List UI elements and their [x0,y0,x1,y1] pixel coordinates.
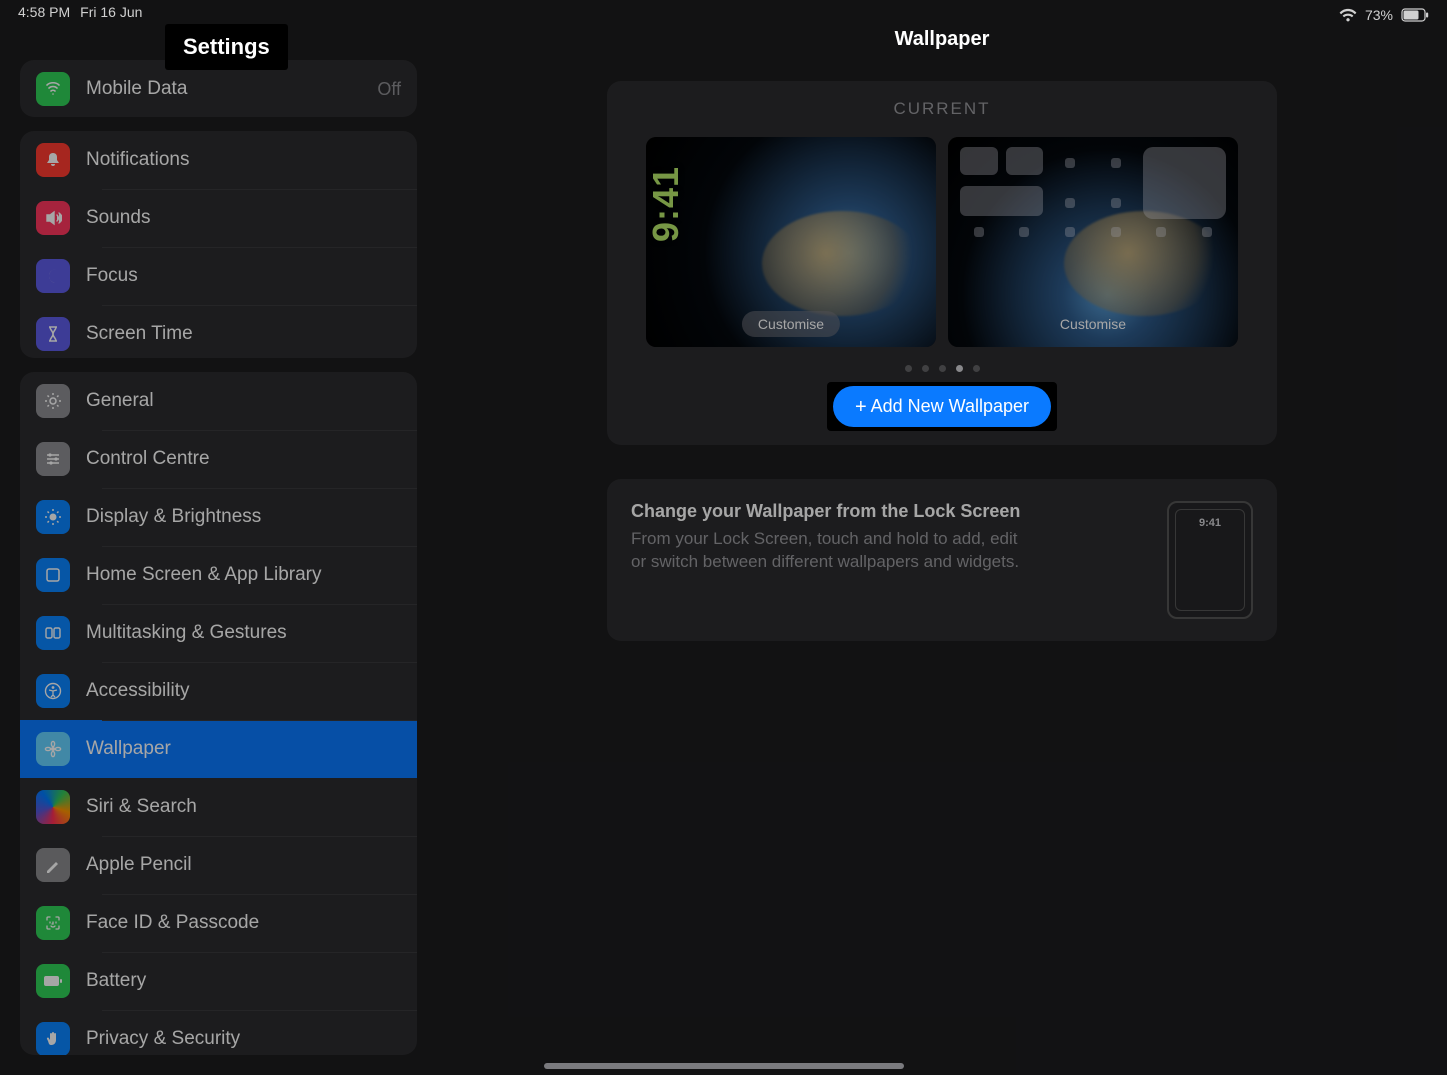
sidebar-item-label: Wallpaper [86,738,171,760]
pencil-icon [36,848,70,882]
grid-icon [36,558,70,592]
sidebar-item-battery[interactable]: Battery [20,952,417,1010]
sidebar-item-label: Screen Time [86,323,193,345]
battery-row-icon [36,964,70,998]
sidebar-item-label: Privacy & Security [86,1028,240,1050]
gear-icon [36,384,70,418]
lock-screen-preview[interactable]: 9:41 Customise [646,137,936,347]
sidebar-item-display-brightness[interactable]: Display & Brightness [20,488,417,546]
sidebar-item-label: Control Centre [86,448,210,470]
page-title: Wallpaper [895,28,990,51]
plus-icon: + [855,397,867,417]
info-heading: Change your Wallpaper from the Lock Scre… [631,501,1031,522]
bell-icon [36,143,70,177]
sidebar-item-label: Face ID & Passcode [86,912,259,934]
sidebar-item-label: Sounds [86,207,150,229]
person-icon [36,674,70,708]
settings-title: Settings [165,24,288,70]
status-bar: 4:58 PM Fri 16 Jun 73% [0,0,1447,26]
detail-pane: Wallpaper CURRENT 9:41 Customise [437,0,1447,1075]
lock-screen-info-card: Change your Wallpaper from the Lock Scre… [607,479,1277,641]
sidebar-item-label: Multitasking & Gestures [86,622,287,644]
flower-icon [36,732,70,766]
dot[interactable] [973,365,980,372]
sidebar-item-focus[interactable]: Focus [20,247,417,305]
widget-grid-icon [960,147,1226,237]
dot[interactable] [905,365,912,372]
wifi-icon [1339,8,1357,22]
moon-icon [36,259,70,293]
status-date: Fri 16 Jun [80,4,142,26]
battery-icon [1401,8,1429,22]
sidebar-item-label: Home Screen & App Library [86,564,322,586]
add-new-wallpaper-button[interactable]: + Add New Wallpaper [833,386,1051,427]
sidebar-item-siri-search[interactable]: Siri & Search [20,778,417,836]
customise-home-button[interactable]: Customise [1044,311,1142,337]
sliders-icon [36,442,70,476]
page-dots[interactable] [905,365,980,372]
dot[interactable] [922,365,929,372]
sidebar-item-label: Accessibility [86,680,189,702]
sidebar-item-multitasking[interactable]: Multitasking & Gestures [20,604,417,662]
mini-clock: 9:41 [1199,517,1221,529]
home-indicator[interactable] [544,1063,904,1069]
battery-percent: 73% [1365,7,1393,23]
sidebar-item-label: Siri & Search [86,796,197,818]
mobile-data-icon [36,72,70,106]
sidebar-item-label: General [86,390,154,412]
sidebar-item-faceid[interactable]: Face ID & Passcode [20,894,417,952]
sidebar-item-apple-pencil[interactable]: Apple Pencil [20,836,417,894]
home-screen-preview[interactable]: Customise [948,137,1238,347]
sidebar-item-sounds[interactable]: Sounds [20,189,417,247]
lock-clock: 9:41 [646,166,687,242]
status-time: 4:58 PM [18,4,70,26]
sidebar-item-privacy[interactable]: Privacy & Security [20,1010,417,1055]
sun-icon [36,500,70,534]
sidebar-item-value: Off [377,79,401,100]
sidebar-group-general: General Control Centre Display & Brightn… [20,372,417,1055]
sidebar-item-label: Apple Pencil [86,854,192,876]
add-new-label: Add New Wallpaper [871,396,1029,417]
sidebar-item-label: Focus [86,265,138,287]
sidebar-item-notifications[interactable]: Notifications [20,131,417,189]
info-body: From your Lock Screen, touch and hold to… [631,528,1031,574]
hand-icon [36,1022,70,1055]
sidebar-item-home-screen[interactable]: Home Screen & App Library [20,546,417,604]
speaker-icon [36,201,70,235]
sidebar-item-label: Mobile Data [86,78,187,100]
sidebar-item-label: Notifications [86,149,190,171]
sidebar-item-label: Display & Brightness [86,506,261,528]
sidebar-item-label: Battery [86,970,146,992]
sidebar-item-control-centre[interactable]: Control Centre [20,430,417,488]
faceid-icon [36,906,70,940]
dot[interactable] [939,365,946,372]
settings-sidebar: Settings Mobile Data Off Notifications S… [0,0,437,1075]
sidebar-group-alerts: Notifications Sounds Focus Screen Time [20,131,417,359]
current-label: CURRENT [893,99,990,119]
mini-device-icon: 9:41 [1167,501,1253,619]
sidebar-item-accessibility[interactable]: Accessibility [20,662,417,720]
siri-icon [36,790,70,824]
sidebar-item-screen-time[interactable]: Screen Time [20,305,417,359]
hourglass-icon [36,317,70,351]
dot-active[interactable] [956,365,963,372]
multitask-icon [36,616,70,650]
current-wallpaper-card: CURRENT 9:41 Customise [607,81,1277,445]
sidebar-item-general[interactable]: General [20,372,417,430]
sidebar-item-wallpaper[interactable]: Wallpaper [20,720,417,778]
customise-lock-button[interactable]: Customise [742,311,840,337]
